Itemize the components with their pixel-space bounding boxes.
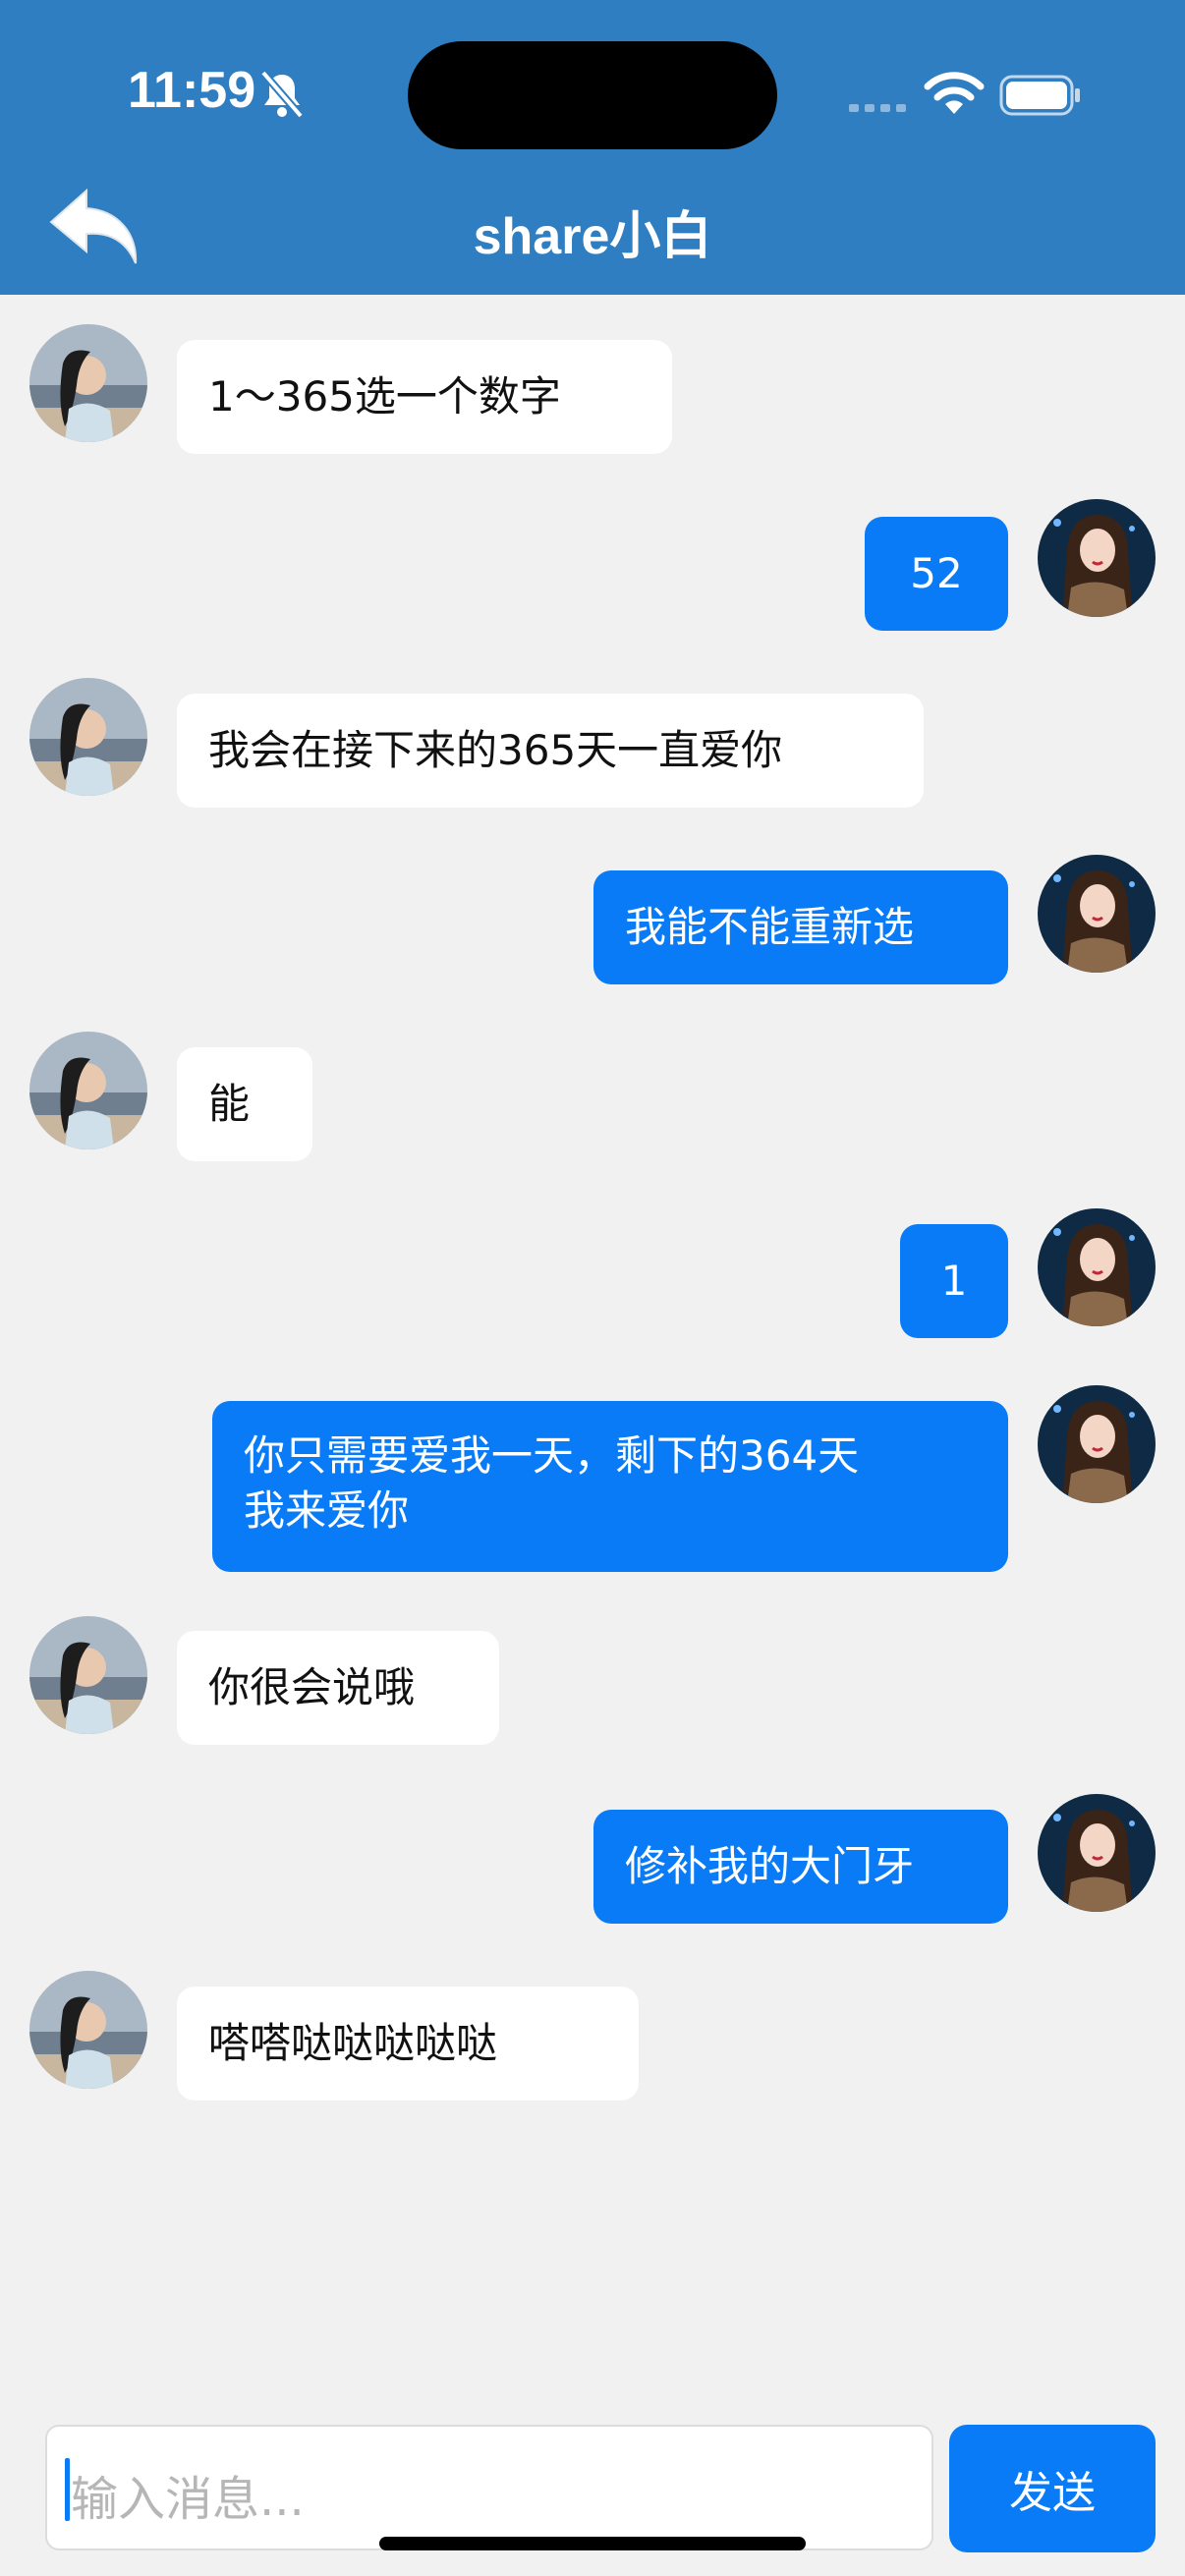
message-input[interactable]: 输入消息... <box>45 2425 933 2550</box>
contact-avatar[interactable] <box>29 1971 147 2089</box>
message-bubble-outgoing[interactable]: 1 <box>900 1224 1008 1338</box>
contact-avatar[interactable] <box>29 1616 147 1734</box>
message-bubble-incoming[interactable]: 你很会说哦 <box>177 1631 499 1745</box>
user-avatar[interactable] <box>1038 499 1156 617</box>
message-bubble-outgoing[interactable]: 你只需要爱我一天，剩下的364天 我来爱你 <box>212 1401 1008 1572</box>
message-line: 你只需要爱我一天，剩下的364天 <box>244 1431 860 1480</box>
user-avatar[interactable] <box>1038 1208 1156 1326</box>
silent-bell-icon <box>259 70 305 119</box>
user-avatar[interactable] <box>1038 1794 1156 1912</box>
message-bubble-incoming[interactable]: 嗒嗒哒哒哒哒哒 <box>177 1987 639 2100</box>
contact-avatar[interactable] <box>29 1032 147 1149</box>
app-header: 11:59 share小白 <box>0 0 1185 295</box>
message-bubble-outgoing[interactable]: 修补我的大门牙 <box>593 1810 1008 1924</box>
battery-icon <box>999 75 1080 116</box>
message-bubble-incoming[interactable]: 我会在接下来的365天一直爱你 <box>177 694 924 808</box>
message-bubble-outgoing[interactable]: 52 <box>865 517 1008 631</box>
contact-avatar[interactable] <box>29 324 147 442</box>
home-indicator <box>379 2537 806 2550</box>
text-caret <box>65 2458 70 2521</box>
user-avatar[interactable] <box>1038 855 1156 973</box>
cellular-signal-icon <box>849 104 906 112</box>
message-line: 我来爱你 <box>244 1486 410 1535</box>
message-input-placeholder: 输入消息... <box>71 2472 305 2527</box>
status-time: 11:59 <box>128 62 256 119</box>
dynamic-island <box>408 41 777 149</box>
send-button[interactable]: 发送 <box>949 2425 1156 2552</box>
message-bubble-incoming[interactable]: 能 <box>177 1047 312 1161</box>
wifi-icon <box>924 72 985 114</box>
message-bubble-outgoing[interactable]: 我能不能重新选 <box>593 870 1008 984</box>
chat-title: share小白 <box>473 208 712 265</box>
user-avatar[interactable] <box>1038 1385 1156 1503</box>
contact-avatar[interactable] <box>29 678 147 796</box>
message-bubble-incoming[interactable]: 1～365选一个数字 <box>177 340 672 454</box>
